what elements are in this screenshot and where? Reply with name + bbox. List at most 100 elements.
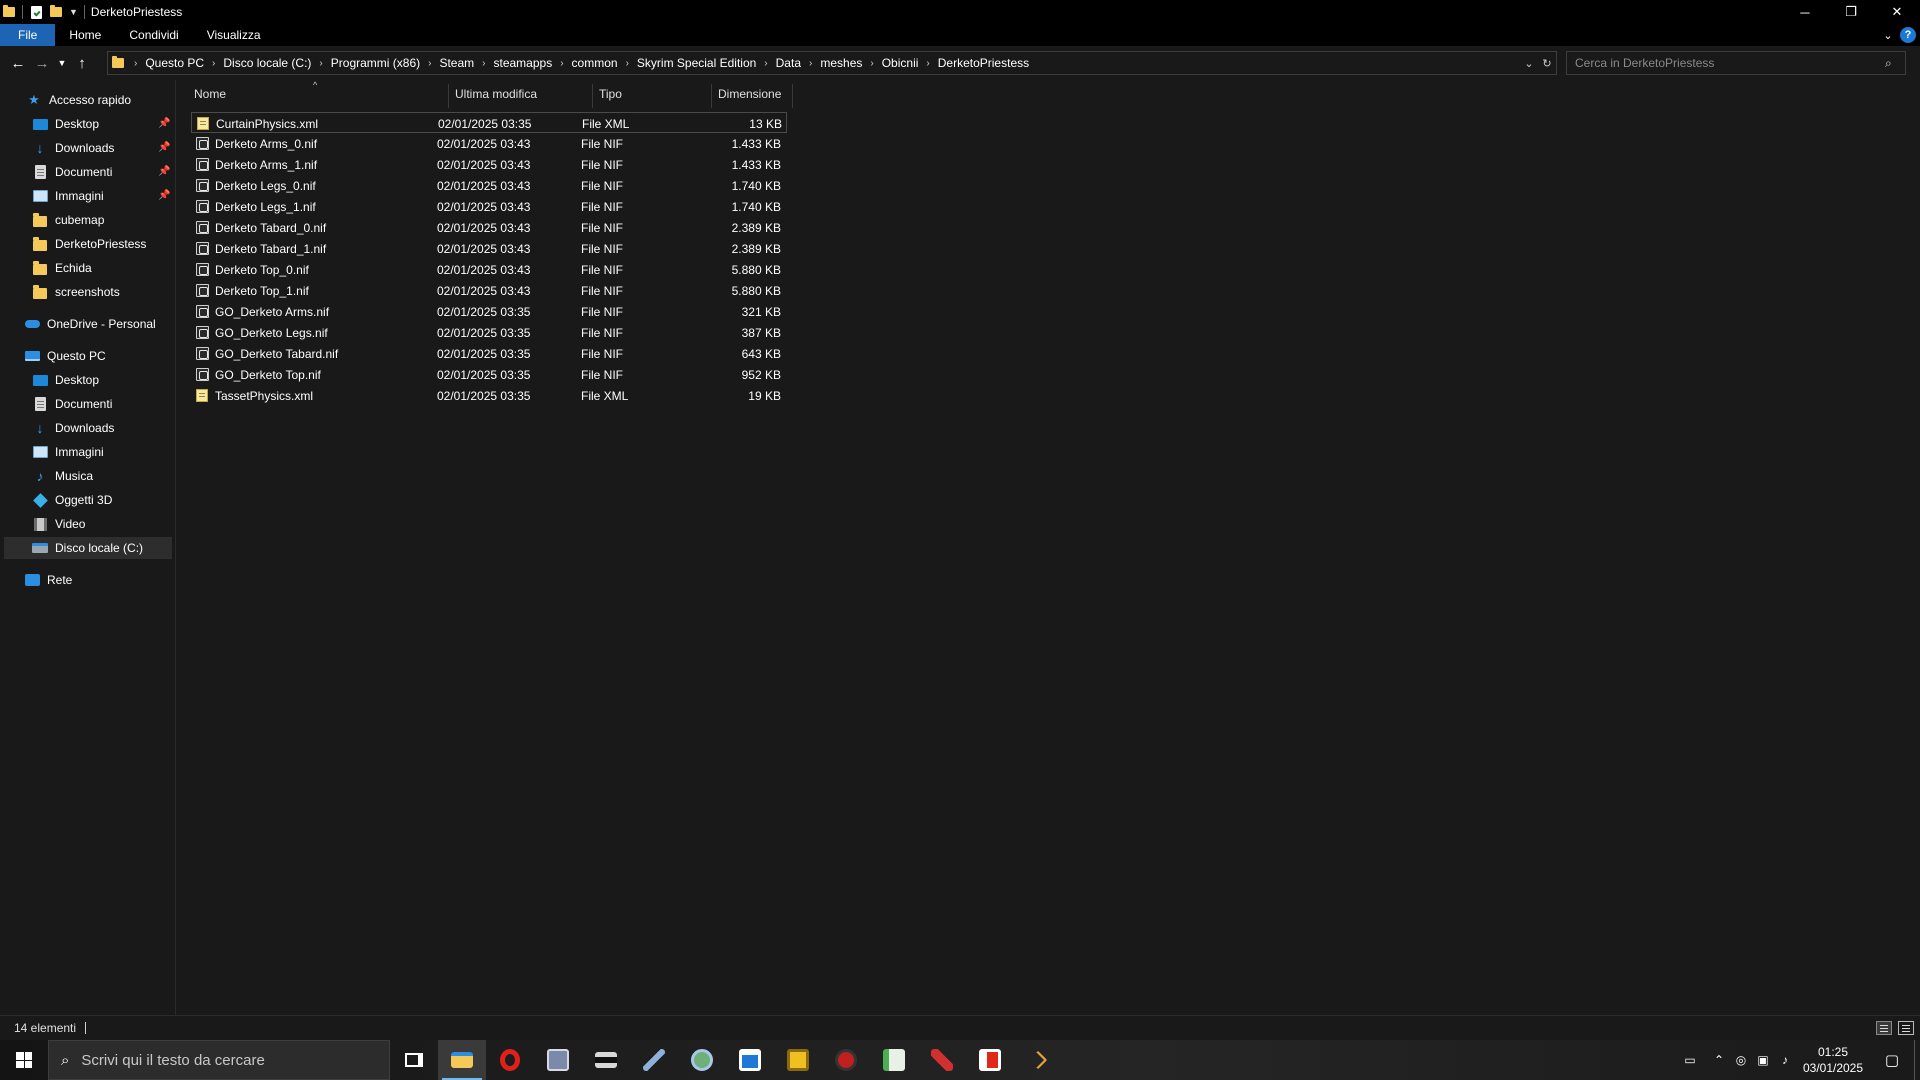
breadcrumb-meshes[interactable]: meshes [820, 56, 862, 70]
breadcrumb-common[interactable]: common [572, 56, 618, 70]
help-icon[interactable]: ? [1900, 27, 1916, 43]
breadcrumb-current-folder[interactable]: DerketoPriestess [938, 56, 1029, 70]
taskbar-app-opera[interactable] [486, 1040, 534, 1080]
tab-home[interactable]: Home [55, 24, 115, 46]
show-hidden-icons-chevron-icon[interactable]: ⌃ [1708, 1053, 1730, 1067]
network-tray-icon[interactable]: ▣ [1752, 1053, 1774, 1067]
search-icon[interactable]: ⌕ [1885, 56, 1905, 71]
column-divider[interactable] [592, 84, 593, 108]
taskbar-app-11[interactable] [918, 1040, 966, 1080]
breadcrumb-separator-icon[interactable]: › [809, 58, 812, 69]
table-row[interactable]: GO_Derketo Arms.nif 02/01/2025 03:35 Fil… [191, 301, 787, 322]
taskbar-app-13[interactable] [1014, 1040, 1062, 1080]
taskbar-app-12[interactable] [966, 1040, 1014, 1080]
sidebar-item-network[interactable]: Rete [24, 569, 72, 591]
sidebar-item-video[interactable]: Video [32, 513, 85, 535]
table-row[interactable]: Derketo Arms_1.nif 02/01/2025 03:43 File… [191, 154, 787, 175]
clock[interactable]: 01:25 03/01/2025 [1796, 1044, 1870, 1076]
large-icons-view-button[interactable] [1898, 1021, 1914, 1035]
up-button[interactable]: ↑ [70, 51, 94, 75]
forward-button[interactable]: → [30, 51, 54, 75]
sidebar-item-pc-desktop[interactable]: Desktop [32, 369, 99, 391]
breadcrumb-separator-icon[interactable]: › [134, 58, 137, 69]
breadcrumb-separator-icon[interactable]: › [926, 58, 929, 69]
sidebar-item-screenshots[interactable]: screenshots [32, 281, 120, 303]
table-row[interactable]: GO_Derketo Tabard.nif 02/01/2025 03:35 F… [191, 343, 787, 364]
address-history-chevron-icon[interactable]: ⌄ [1520, 57, 1538, 70]
taskbar-app-7[interactable] [726, 1040, 774, 1080]
column-divider[interactable] [711, 84, 712, 108]
breadcrumb-separator-icon[interactable]: › [626, 58, 629, 69]
breadcrumb-separator-icon[interactable]: › [764, 58, 767, 69]
table-row[interactable]: Derketo Top_0.nif 02/01/2025 03:43 File … [191, 259, 787, 280]
tab-view[interactable]: Visualizza [193, 24, 275, 46]
taskbar-app-3[interactable] [534, 1040, 582, 1080]
properties-button[interactable] [29, 5, 43, 19]
sidebar-item-pc-downloads[interactable]: ↓ Downloads [32, 417, 115, 439]
breadcrumb-separator-icon[interactable]: › [560, 58, 563, 69]
sidebar-item-pc-pictures[interactable]: Immagini [32, 441, 104, 463]
keyboard-layout-icon[interactable]: ▭ [1672, 1053, 1708, 1067]
tab-file[interactable]: File [0, 24, 56, 46]
task-view-button[interactable] [390, 1040, 438, 1080]
sidebar-item-local-disk[interactable]: Disco locale (C:) [4, 537, 172, 559]
taskbar-app-8[interactable] [774, 1040, 822, 1080]
minimize-button[interactable]: ─ [1782, 0, 1828, 24]
show-desktop-button[interactable] [1914, 1040, 1920, 1080]
taskbar-app-file-explorer[interactable] [438, 1040, 486, 1080]
breadcrumb-separator-icon[interactable]: › [319, 58, 322, 69]
breadcrumb-obicnii[interactable]: Obicnii [882, 56, 919, 70]
breadcrumb-local-disk[interactable]: Disco locale (C:) [223, 56, 311, 70]
column-header-size[interactable]: Dimensione [718, 80, 798, 108]
sidebar-item-cubemap[interactable]: cubemap [32, 209, 104, 231]
address-bar[interactable]: › Questo PC › Disco locale (C:) › Progra… [107, 51, 1557, 75]
breadcrumb-this-pc[interactable]: Questo PC [145, 56, 204, 70]
volume-icon[interactable]: ♪ [1774, 1053, 1796, 1067]
table-row[interactable]: Derketo Tabard_1.nif 02/01/2025 03:43 Fi… [191, 238, 787, 259]
sidebar-item-music[interactable]: ♪ Musica [32, 465, 94, 487]
breadcrumb-program-files[interactable]: Programmi (x86) [331, 56, 420, 70]
back-button[interactable]: ← [6, 51, 30, 75]
column-header-name[interactable]: Nome [194, 80, 384, 108]
table-row[interactable]: TassetPhysics.xml 02/01/2025 03:35 File … [191, 385, 787, 406]
recent-locations-chevron-icon[interactable]: ▼ [54, 51, 70, 75]
sidebar-item-echida[interactable]: Echida [32, 257, 92, 279]
new-folder-button[interactable] [49, 5, 63, 19]
taskbar-app-4[interactable] [582, 1040, 630, 1080]
close-button[interactable]: ✕ [1874, 0, 1920, 24]
table-row[interactable]: GO_Derketo Legs.nif 02/01/2025 03:35 Fil… [191, 322, 787, 343]
expand-ribbon-chevron-icon[interactable]: ⌄ [1876, 29, 1900, 42]
taskbar-app-9[interactable] [822, 1040, 870, 1080]
sidebar-item-quick-access[interactable]: ★ Accesso rapido [26, 89, 131, 111]
breadcrumb-skyrim[interactable]: Skyrim Special Edition [637, 56, 756, 70]
column-divider[interactable] [448, 84, 449, 108]
sidebar-item-onedrive[interactable]: OneDrive - Personal [24, 313, 156, 335]
details-view-button[interactable] [1876, 1021, 1892, 1035]
taskbar-search-box[interactable]: ⌕ Scrivi qui il testo da cercare [48, 1040, 390, 1080]
column-header-modified[interactable]: Ultima modifica [455, 80, 585, 108]
table-row[interactable]: CurtainPhysics.xml 02/01/2025 03:35 File… [191, 112, 787, 133]
taskbar-app-10[interactable] [870, 1040, 918, 1080]
sidebar-item-pictures[interactable]: Immagini [32, 185, 104, 207]
breadcrumb-steamapps[interactable]: steamapps [494, 56, 553, 70]
taskbar-app-5[interactable] [630, 1040, 678, 1080]
sidebar-item-3d-objects[interactable]: Oggetti 3D [32, 489, 112, 511]
table-row[interactable]: GO_Derketo Top.nif 02/01/2025 03:35 File… [191, 364, 787, 385]
start-button[interactable] [0, 1040, 48, 1080]
webcam-icon[interactable]: ◎ [1730, 1053, 1752, 1067]
breadcrumb-separator-icon[interactable]: › [482, 58, 485, 69]
table-row[interactable]: Derketo Legs_0.nif 02/01/2025 03:43 File… [191, 175, 787, 196]
column-divider[interactable] [792, 84, 793, 108]
breadcrumb-separator-icon[interactable]: › [212, 58, 215, 69]
tab-share[interactable]: Condividi [115, 24, 192, 46]
taskbar-app-6[interactable] [678, 1040, 726, 1080]
breadcrumb-data[interactable]: Data [776, 56, 801, 70]
sidebar-item-documents[interactable]: Documenti [32, 161, 112, 183]
sidebar-item-this-pc[interactable]: Questo PC [24, 345, 106, 367]
table-row[interactable]: Derketo Arms_0.nif 02/01/2025 03:43 File… [191, 133, 787, 154]
column-header-type[interactable]: Tipo [599, 80, 679, 108]
table-row[interactable]: Derketo Legs_1.nif 02/01/2025 03:43 File… [191, 196, 787, 217]
breadcrumb-separator-icon[interactable]: › [870, 58, 873, 69]
search-input[interactable]: Cerca in DerketoPriestess ⌕ [1566, 51, 1906, 75]
customize-toolbar-chevron-icon[interactable]: ▼ [69, 7, 78, 17]
